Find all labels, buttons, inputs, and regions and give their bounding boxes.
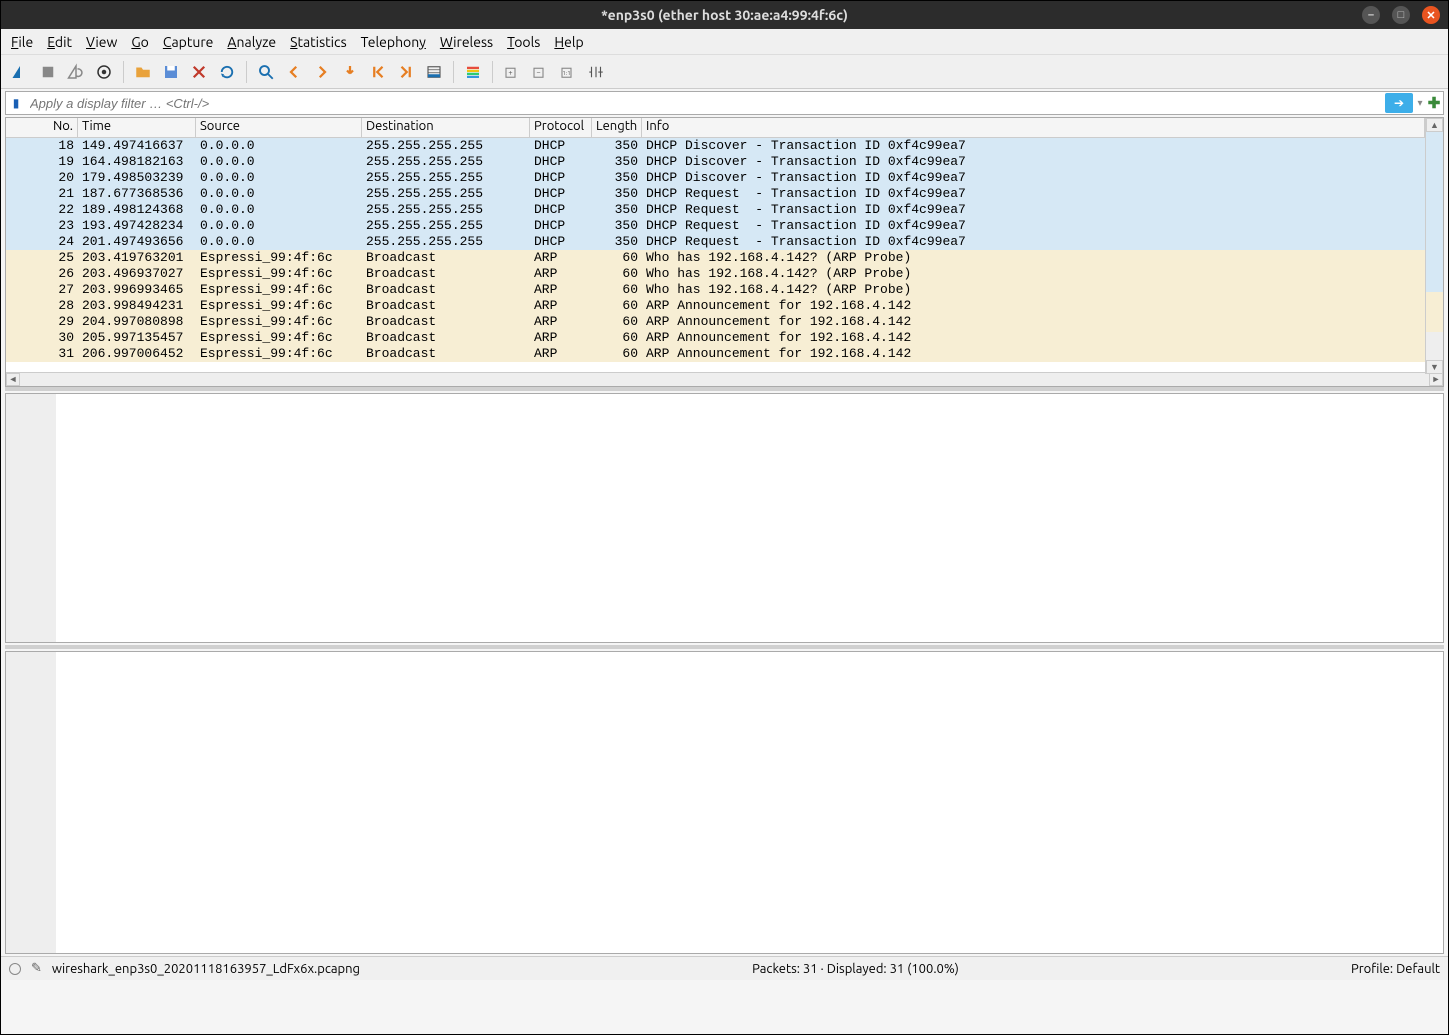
packet-row[interactable]: 21187.6773685360.0.0.0255.255.255.255DHC… — [6, 186, 1443, 202]
scroll-right-icon[interactable]: ► — [1429, 373, 1443, 386]
stop-capture-button[interactable] — [35, 59, 61, 85]
filter-dropdown-icon[interactable]: ▾ — [1415, 97, 1425, 109]
prev-packet-button[interactable] — [281, 59, 307, 85]
edit-icon[interactable]: ✎ — [31, 961, 42, 976]
minimize-button[interactable]: – — [1362, 6, 1380, 24]
packet-row[interactable]: 26203.496937027Espressi_99:4f:6cBroadcas… — [6, 266, 1443, 282]
close-button[interactable]: ✕ — [1422, 6, 1440, 24]
open-file-button[interactable] — [130, 59, 156, 85]
go-first-button[interactable] — [365, 59, 391, 85]
packet-list-scrollbar[interactable]: ▲ ▼ — [1425, 118, 1443, 374]
packet-row[interactable]: 30205.997135457Espressi_99:4f:6cBroadcas… — [6, 330, 1443, 346]
auto-scroll-button[interactable] — [421, 59, 447, 85]
menu-tools[interactable]: Tools — [507, 34, 540, 50]
menu-file[interactable]: File — [11, 34, 33, 50]
status-packets: Packets: 31 · Displayed: 31 (100.0%) — [752, 962, 959, 976]
packet-row[interactable]: 27203.996993465Espressi_99:4f:6cBroadcas… — [6, 282, 1443, 298]
jump-to-button[interactable] — [337, 59, 363, 85]
menu-view[interactable]: View — [86, 34, 117, 50]
next-packet-button[interactable] — [309, 59, 335, 85]
colorize-button[interactable] — [460, 59, 486, 85]
packet-row[interactable]: 25203.419763201Espressi_99:4f:6cBroadcas… — [6, 250, 1443, 266]
svg-text:+: + — [508, 69, 512, 77]
svg-text:−: − — [536, 68, 540, 76]
packet-bytes-pane[interactable] — [5, 651, 1444, 954]
menu-wireless[interactable]: Wireless — [440, 34, 493, 50]
packet-list-body[interactable]: 18149.4974166370.0.0.0255.255.255.255DHC… — [6, 138, 1443, 372]
packet-row[interactable]: 22189.4981243680.0.0.0255.255.255.255DHC… — [6, 202, 1443, 218]
scroll-down-icon[interactable]: ▼ — [1426, 360, 1443, 374]
go-last-button[interactable] — [393, 59, 419, 85]
title-bar: *enp3s0 (ether host 30:ae:a4:99:4f:6c) –… — [1, 1, 1448, 29]
packet-row[interactable]: 23193.4974282340.0.0.0255.255.255.255DHC… — [6, 218, 1443, 234]
apply-filter-button[interactable]: ➔ — [1385, 93, 1413, 113]
packet-row[interactable]: 31206.997006452Espressi_99:4f:6cBroadcas… — [6, 346, 1443, 362]
close-file-button[interactable] — [186, 59, 212, 85]
col-header-destination[interactable]: Destination — [362, 118, 530, 137]
packet-row[interactable]: 24201.4974936560.0.0.0255.255.255.255DHC… — [6, 234, 1443, 250]
col-header-length[interactable]: Length — [592, 118, 642, 137]
menu-edit[interactable]: Edit — [47, 34, 72, 50]
packet-row[interactable]: 20179.4985032390.0.0.0255.255.255.255DHC… — [6, 170, 1443, 186]
menu-bar: File Edit View Go Capture Analyze Statis… — [1, 29, 1448, 55]
save-file-button[interactable] — [158, 59, 184, 85]
menu-analyze[interactable]: Analyze — [227, 34, 276, 50]
col-header-time[interactable]: Time — [78, 118, 196, 137]
zoom-in-button[interactable]: + — [499, 59, 525, 85]
packet-row[interactable]: 29204.997080898Espressi_99:4f:6cBroadcas… — [6, 314, 1443, 330]
toolbar: + − 1:1 — [1, 55, 1448, 89]
packet-list-pane: No. Time Source Destination Protocol Len… — [5, 117, 1444, 387]
add-filter-button[interactable]: ✚ — [1425, 94, 1443, 112]
packet-list-header: No. Time Source Destination Protocol Len… — [6, 118, 1443, 138]
scroll-left-icon[interactable]: ◄ — [6, 373, 20, 386]
start-capture-button[interactable] — [7, 59, 33, 85]
scroll-up-icon[interactable]: ▲ — [1426, 118, 1443, 132]
packet-row[interactable]: 19164.4981821630.0.0.0255.255.255.255DHC… — [6, 154, 1443, 170]
col-header-protocol[interactable]: Protocol — [530, 118, 592, 137]
splitter-2[interactable] — [5, 645, 1444, 649]
packet-details-pane[interactable] — [5, 393, 1444, 643]
maximize-button[interactable]: □ — [1392, 6, 1410, 24]
restart-capture-button[interactable] — [63, 59, 89, 85]
zoom-reset-button[interactable]: 1:1 — [555, 59, 581, 85]
horizontal-scrollbar[interactable]: ◄ ► — [6, 372, 1443, 386]
menu-help[interactable]: Help — [554, 34, 583, 50]
menu-capture[interactable]: Capture — [163, 34, 214, 50]
expert-info-icon[interactable] — [9, 963, 21, 975]
display-filter-bar: ▮ ➔ ▾ ✚ — [5, 91, 1444, 115]
find-packet-button[interactable] — [253, 59, 279, 85]
reload-button[interactable] — [214, 59, 240, 85]
status-profile[interactable]: Profile: Default — [1351, 962, 1440, 976]
filter-bookmark-icon[interactable]: ▮ — [6, 96, 26, 110]
menu-statistics[interactable]: Statistics — [290, 34, 346, 50]
window-title: *enp3s0 (ether host 30:ae:a4:99:4f:6c) — [1, 7, 1448, 23]
display-filter-input[interactable] — [26, 94, 1383, 113]
capture-options-button[interactable] — [91, 59, 117, 85]
svg-text:1:1: 1:1 — [562, 70, 570, 77]
col-header-info[interactable]: Info — [642, 118, 1425, 137]
packet-row[interactable]: 18149.4974166370.0.0.0255.255.255.255DHC… — [6, 138, 1443, 154]
status-file: wireshark_enp3s0_20201118163957_LdFx6x.p… — [52, 962, 360, 976]
status-bar: ✎ wireshark_enp3s0_20201118163957_LdFx6x… — [1, 956, 1448, 980]
packet-row[interactable]: 28203.998494231Espressi_99:4f:6cBroadcas… — [6, 298, 1443, 314]
splitter-1[interactable] — [5, 387, 1444, 391]
zoom-out-button[interactable]: − — [527, 59, 553, 85]
resize-columns-button[interactable] — [583, 59, 609, 85]
menu-go[interactable]: Go — [131, 34, 149, 50]
menu-telephony[interactable]: Telephony — [361, 34, 426, 50]
col-header-source[interactable]: Source — [196, 118, 362, 137]
col-header-no[interactable]: No. — [6, 118, 78, 137]
